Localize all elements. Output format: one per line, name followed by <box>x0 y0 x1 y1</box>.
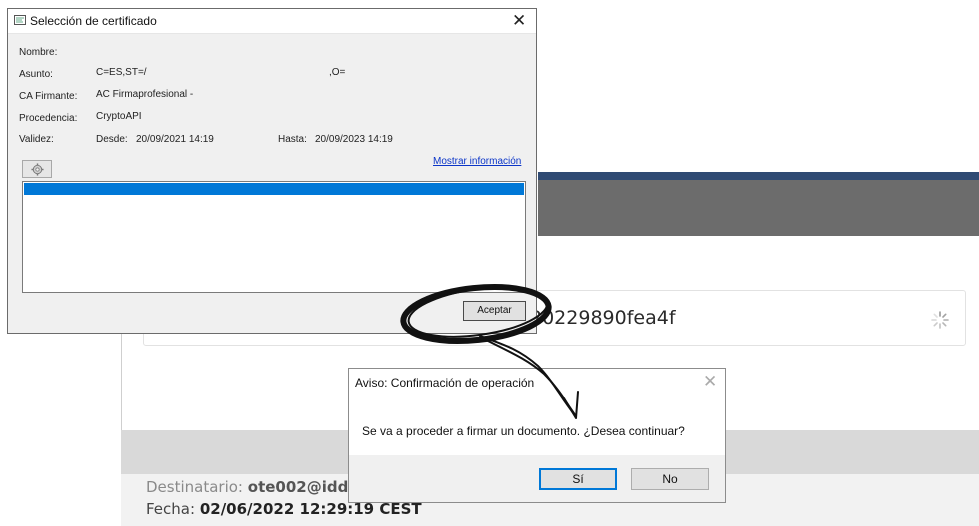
confirmation-dialog-footer: Sí No <box>349 455 725 502</box>
loading-spinner-icon <box>931 311 949 329</box>
date-label: Fecha: <box>146 500 196 518</box>
asunto-value-org: ,O= <box>329 67 346 78</box>
ca-firmante-value: AC Firmaprofesional - <box>96 89 194 100</box>
close-icon[interactable]: ✕ <box>512 11 526 31</box>
validez-label: Validez: <box>19 134 54 145</box>
settings-button[interactable] <box>22 160 52 178</box>
no-button[interactable]: No <box>631 468 709 490</box>
certificate-dialog-titlebar[interactable]: Selección de certificado ✕ <box>8 9 536 34</box>
confirmation-message: Se va a proceder a firmar un documento. … <box>362 424 685 438</box>
desde-label: Desde: <box>96 134 128 145</box>
procedencia-value: CryptoAPI <box>96 111 142 122</box>
procedencia-label: Procedencia: <box>19 113 78 124</box>
asunto-value: C=ES,ST=/ <box>96 67 147 78</box>
hasta-value: 20/09/2023 14:19 <box>315 134 393 145</box>
accept-button[interactable]: Aceptar <box>463 301 526 321</box>
gear-icon <box>31 163 44 176</box>
certificate-list[interactable] <box>22 181 526 293</box>
document-hash: 20229890fea4f <box>530 307 676 329</box>
confirmation-dialog: Aviso: Confirmación de operación ✕ Se va… <box>348 368 726 503</box>
yes-button[interactable]: Sí <box>539 468 617 490</box>
desde-value: 20/09/2021 14:19 <box>136 134 214 145</box>
confirmation-dialog-title: Aviso: Confirmación de operación <box>355 376 535 390</box>
show-info-link[interactable]: Mostrar información <box>433 156 521 167</box>
recipient-label: Destinatario: <box>146 478 243 496</box>
hasta-label: Hasta: <box>278 134 307 145</box>
ca-firmante-label: CA Firmante: <box>19 91 78 102</box>
certificate-dialog: Selección de certificado ✕ Nombre: Asunt… <box>7 8 537 334</box>
nombre-label: Nombre: <box>19 47 58 58</box>
close-icon[interactable]: ✕ <box>703 372 717 392</box>
certificate-list-selected-row[interactable] <box>24 183 524 195</box>
app-header-bar <box>538 172 979 180</box>
certificate-dialog-title: Selección de certificado <box>30 14 157 28</box>
app-nav-band <box>538 180 979 236</box>
asunto-label: Asunto: <box>19 69 53 80</box>
certificate-app-icon <box>14 15 26 25</box>
